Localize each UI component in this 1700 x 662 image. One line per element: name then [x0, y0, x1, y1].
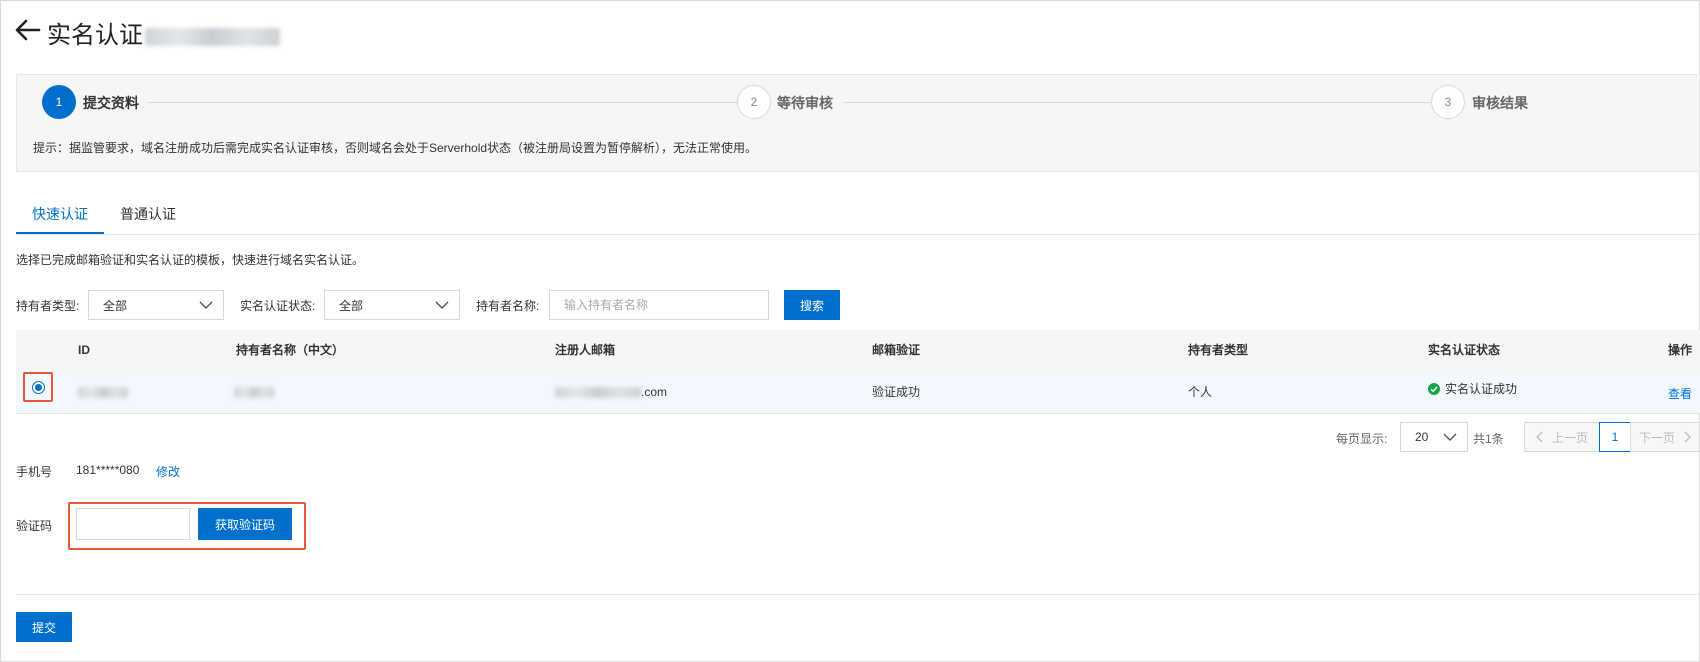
regulatory-tip: 提示：据监管要求，域名注册成功后需完成实名认证审核，否则域名会处于Serverh… — [33, 141, 758, 155]
auth-tabs: 快速认证 普通认证 — [16, 198, 1700, 235]
step-connector-2 — [843, 102, 1431, 103]
chevron-down-icon — [1443, 433, 1457, 441]
submit-button[interactable]: 提交 — [16, 612, 72, 642]
auth-status-text: 实名认证成功 — [1445, 382, 1518, 396]
step-1-label: 提交资料 — [83, 95, 139, 111]
step-3-circle: 3 — [1431, 85, 1465, 119]
col-email-verify: 邮箱验证 — [872, 343, 921, 357]
chevron-right-icon — [1684, 431, 1691, 443]
col-id: ID — [78, 343, 90, 357]
step-1-circle: 1 — [42, 85, 76, 119]
holder-type-value: 全部 — [103, 298, 128, 313]
search-button[interactable]: 搜索 — [784, 290, 840, 320]
next-page-label: 下一页 — [1638, 430, 1675, 445]
auth-status-select[interactable]: 全部 — [324, 290, 460, 320]
get-code-button[interactable]: 获取验证码 — [198, 508, 292, 540]
row-radio-button[interactable] — [32, 381, 45, 394]
steps-panel: 1 提交资料 2 等待审核 3 审核结果 提示：据监管要求，域名注册成功后需完成… — [16, 74, 1700, 172]
row-auth-status: 实名认证成功 — [1428, 367, 1517, 411]
footer-divider — [16, 594, 1700, 595]
row-radio-highlight[interactable] — [23, 372, 53, 402]
col-action: 操作 — [1668, 343, 1693, 357]
holder-name-label: 持有者名称: — [476, 299, 540, 313]
row-id — [78, 370, 128, 414]
row-email: .com — [555, 370, 667, 414]
row-holder-name — [234, 370, 274, 414]
holder-type-select[interactable]: 全部 — [88, 290, 224, 320]
page-number-1[interactable]: 1 — [1599, 422, 1631, 452]
table-row[interactable]: .com 验证成功 个人 实名认证成功 查看 — [16, 370, 1700, 414]
auth-status-value: 全部 — [339, 298, 364, 313]
per-page-select[interactable]: 20 — [1400, 422, 1468, 452]
step-3-label: 审核结果 — [1472, 95, 1528, 111]
step-2-circle: 2 — [737, 85, 771, 119]
col-holder-type: 持有者类型 — [1188, 343, 1249, 357]
phone-label: 手机号 — [16, 465, 53, 479]
chevron-down-icon — [199, 301, 213, 309]
auth-status-label: 实名认证状态: — [240, 299, 316, 313]
verify-code-input[interactable] — [76, 508, 190, 540]
phone-value: 181*****080 — [76, 463, 140, 477]
chevron-down-icon — [435, 301, 449, 309]
check-circle-icon — [1428, 383, 1440, 395]
per-page-label: 每页显示: — [1336, 432, 1388, 446]
holder-name-input[interactable] — [549, 290, 769, 320]
prev-page-label: 上一页 — [1551, 430, 1588, 445]
row-holder-type: 个人 — [1188, 385, 1213, 399]
prev-page-button[interactable]: 上一页 — [1524, 422, 1600, 452]
tab-quick-auth[interactable]: 快速认证 — [16, 198, 104, 234]
per-page-value: 20 — [1415, 430, 1429, 444]
step-connector-1 — [147, 102, 737, 103]
total-count: 共1条 — [1473, 432, 1504, 446]
col-auth-status: 实名认证状态 — [1428, 343, 1501, 357]
row-email-verify: 验证成功 — [872, 385, 921, 399]
view-link[interactable]: 查看 — [1668, 372, 1692, 416]
quick-auth-description: 选择已完成邮箱验证和实名认证的模板，快速进行域名实名认证。 — [16, 253, 365, 267]
table-header: ID 持有者名称（中文） 注册人邮箱 邮箱验证 持有者类型 实名认证状态 操作 — [16, 330, 1700, 370]
step-2-label: 等待审核 — [777, 95, 833, 111]
redacted-domain — [145, 27, 280, 46]
holder-type-label: 持有者类型: — [16, 299, 80, 313]
col-holder-name: 持有者名称（中文） — [236, 343, 345, 357]
col-email: 注册人邮箱 — [555, 343, 616, 357]
chevron-left-icon — [1536, 431, 1543, 443]
verify-code-label: 验证码 — [16, 519, 53, 533]
page-title: 实名认证 — [47, 15, 280, 50]
next-page-button[interactable]: 下一页 — [1630, 422, 1700, 452]
edit-phone-link[interactable]: 修改 — [156, 463, 180, 480]
back-arrow-icon[interactable] — [14, 18, 42, 42]
tab-normal-auth[interactable]: 普通认证 — [104, 198, 192, 234]
